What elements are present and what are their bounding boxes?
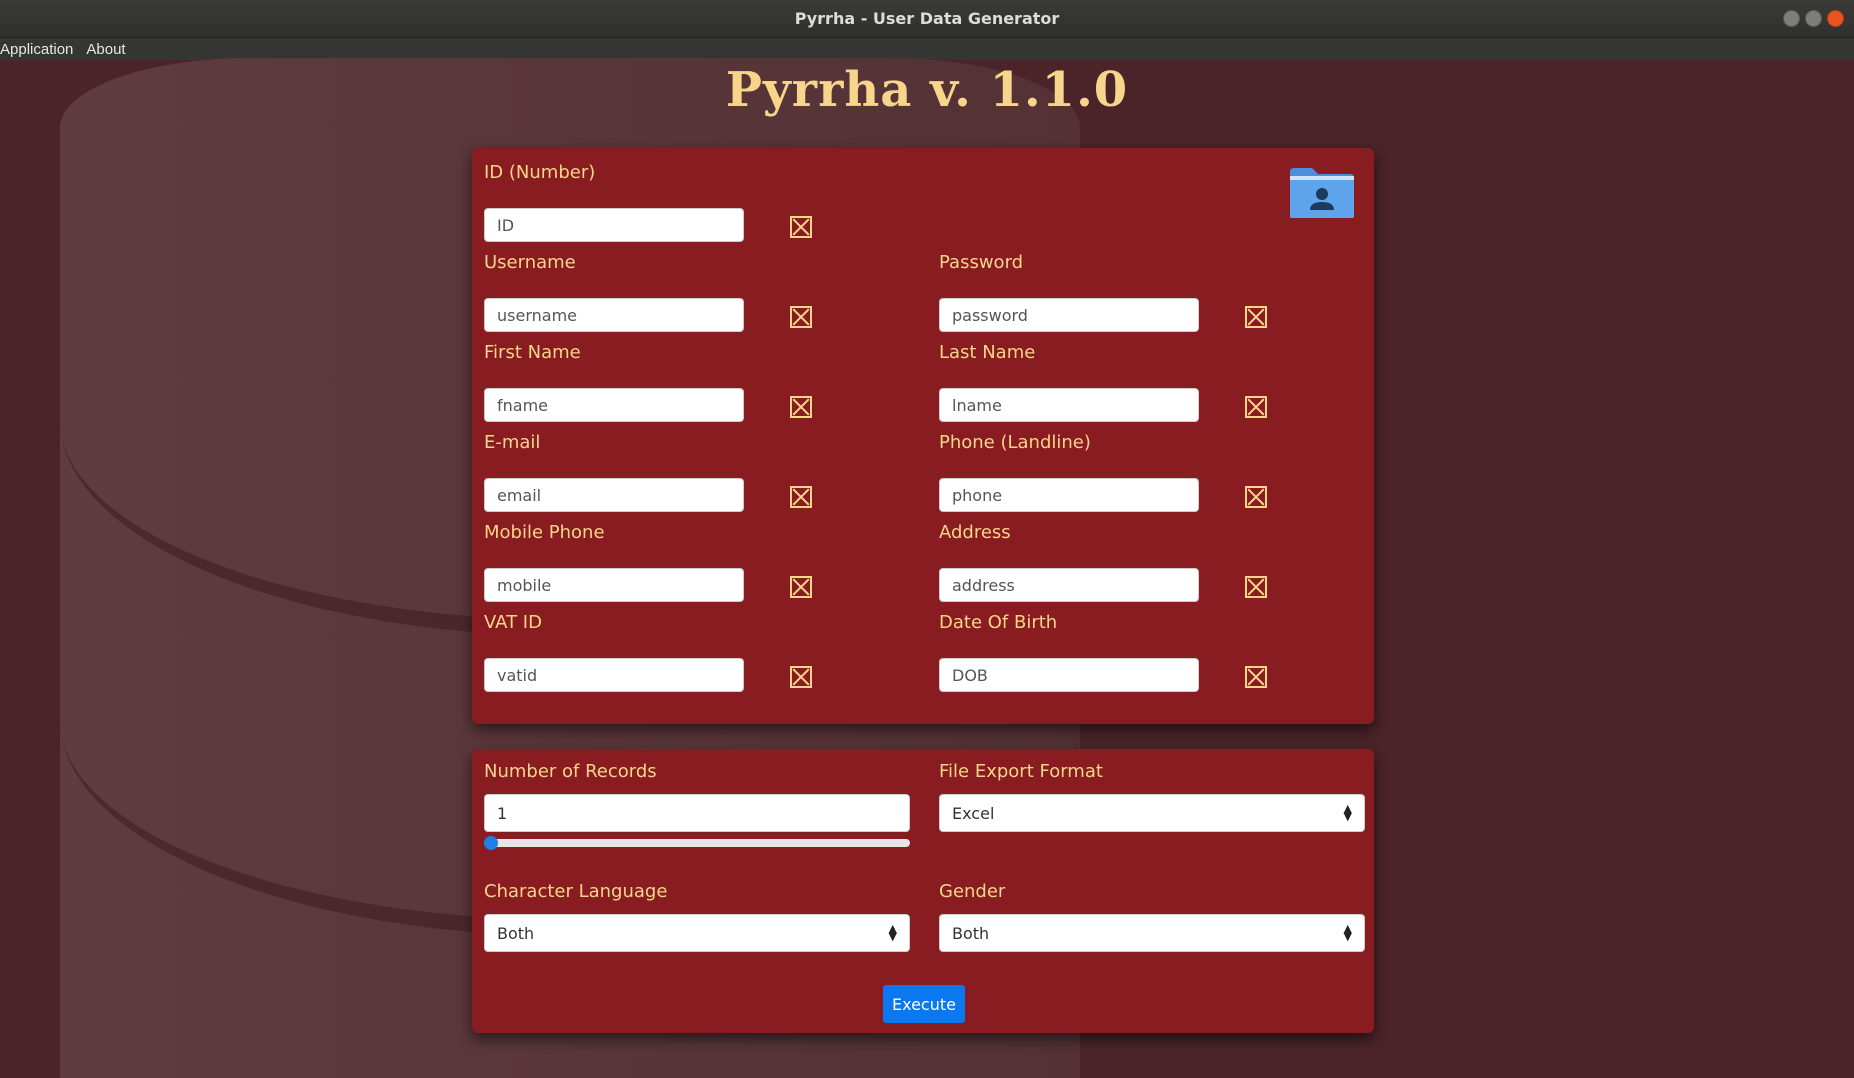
menu-about[interactable]: About	[86, 41, 131, 58]
dob-input[interactable]	[939, 658, 1199, 692]
gender-value: Both	[952, 923, 990, 943]
clear-field-icon[interactable]	[1245, 396, 1267, 418]
close-button[interactable]	[1827, 10, 1844, 27]
fields-panel: ID (Number) Username Password First Name…	[472, 148, 1374, 724]
language-value: Both	[497, 923, 535, 943]
folder-user-icon[interactable]	[1288, 166, 1356, 220]
records-input[interactable]: 1	[484, 794, 910, 832]
id-input[interactable]	[484, 208, 744, 242]
gender-label: Gender	[939, 881, 1006, 902]
menu-application[interactable]: Application	[0, 41, 79, 58]
last-name-input[interactable]	[939, 388, 1199, 422]
field-label: Address	[939, 522, 1011, 543]
field-label: ID (Number)	[484, 162, 596, 183]
field-label: Password	[939, 252, 1024, 273]
clear-field-icon[interactable]	[790, 216, 812, 238]
mobile-input[interactable]	[484, 568, 744, 602]
field-label: E-mail	[484, 432, 541, 453]
clear-field-icon[interactable]	[790, 666, 812, 688]
password-input[interactable]	[939, 298, 1199, 332]
field-label: Mobile Phone	[484, 522, 605, 543]
first-name-input[interactable]	[484, 388, 744, 422]
username-input[interactable]	[484, 298, 744, 332]
field-label: Phone (Landline)	[939, 432, 1091, 453]
clear-field-icon[interactable]	[1245, 306, 1267, 328]
minimize-button[interactable]	[1783, 10, 1800, 27]
slider-handle[interactable]	[484, 836, 498, 850]
vat-id-input[interactable]	[484, 658, 744, 692]
maximize-button[interactable]	[1805, 10, 1822, 27]
export-format-label: File Export Format	[939, 761, 1103, 782]
clear-field-icon[interactable]	[1245, 666, 1267, 688]
records-value: 1	[497, 803, 508, 823]
field-label: Username	[484, 252, 576, 273]
address-input[interactable]	[939, 568, 1199, 602]
window-titlebar: Pyrrha - User Data Generator	[0, 0, 1854, 38]
settings-panel: Number of Records 1 File Export Format E…	[472, 749, 1374, 1033]
menu-bar: Application About	[0, 38, 1854, 60]
field-label: Last Name	[939, 342, 1036, 363]
language-select[interactable]: Both ▲ ▼	[484, 914, 910, 952]
select-arrow-icon: ▲ ▼	[1343, 922, 1352, 943]
app-title: Pyrrha v. 1.1.0	[725, 62, 1129, 118]
execute-button[interactable]: Execute	[883, 985, 965, 1023]
window-controls	[1783, 10, 1844, 27]
export-format-value: Excel	[952, 803, 995, 823]
gender-select[interactable]: Both ▲ ▼	[939, 914, 1365, 952]
export-format-select[interactable]: Excel ▲ ▼	[939, 794, 1365, 832]
clear-field-icon[interactable]	[790, 576, 812, 598]
select-arrow-icon: ▲ ▼	[1343, 802, 1352, 823]
field-label: Date Of Birth	[939, 612, 1058, 633]
records-label: Number of Records	[484, 761, 657, 782]
phone-input[interactable]	[939, 478, 1199, 512]
language-label: Character Language	[484, 881, 668, 902]
select-arrow-icon: ▲ ▼	[888, 922, 897, 943]
field-label: First Name	[484, 342, 581, 363]
records-slider[interactable]	[484, 836, 910, 850]
clear-field-icon[interactable]	[790, 396, 812, 418]
email-input[interactable]	[484, 478, 744, 512]
field-label: VAT ID	[484, 612, 542, 633]
clear-field-icon[interactable]	[790, 306, 812, 328]
window-title: Pyrrha - User Data Generator	[794, 9, 1060, 28]
clear-field-icon[interactable]	[790, 486, 812, 508]
clear-field-icon[interactable]	[1245, 576, 1267, 598]
clear-field-icon[interactable]	[1245, 486, 1267, 508]
